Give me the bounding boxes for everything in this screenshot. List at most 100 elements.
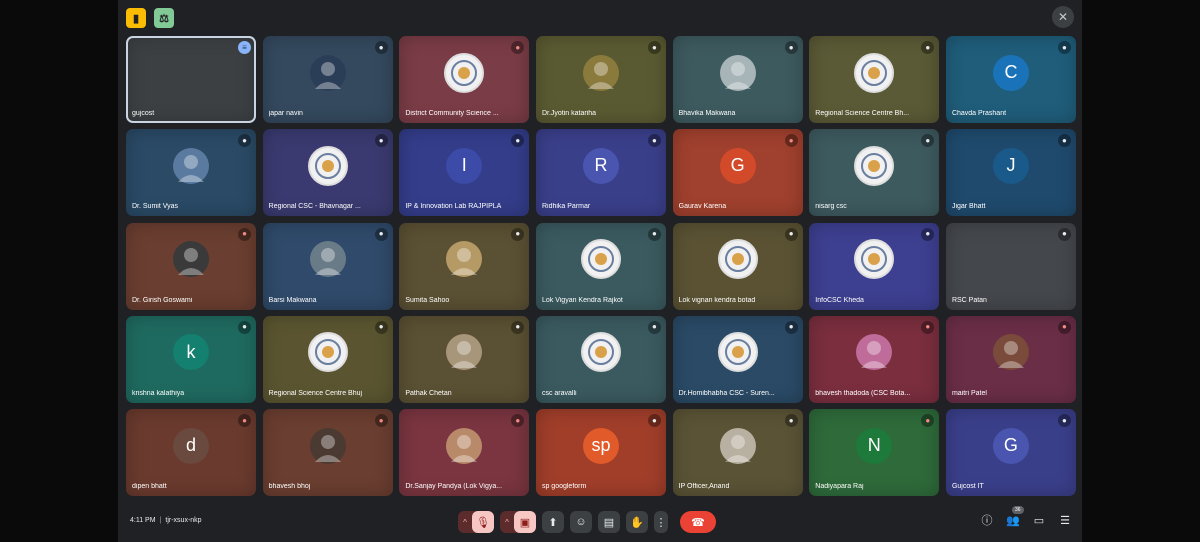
- participant-tile[interactable]: ● Barsi Makwana: [262, 222, 393, 310]
- participant-tile[interactable]: ● Dr. Sumit Vyas: [126, 129, 256, 217]
- participant-tile[interactable]: ● Lok vignan kendra botad: [672, 222, 803, 310]
- participant-tile[interactable]: ● RSC Patan: [945, 222, 1076, 310]
- participant-name: InfoCSC Kheda: [815, 296, 864, 304]
- avatar-initial: sp: [582, 427, 619, 464]
- participant-name: Lok vignan kendra botad: [678, 296, 756, 304]
- mic-icon: ●: [647, 414, 661, 427]
- meeting-info-icon[interactable]: ⚖: [154, 8, 174, 28]
- meeting-code: tjr-xsux-nkp: [165, 517, 202, 524]
- participant-name: Bhavika Makwana: [678, 110, 736, 117]
- side-panel-controls: ⓘ 👥 36 ▭ ☰: [980, 505, 1072, 528]
- mic-muted-icon: ●: [921, 414, 935, 427]
- mic-icon: ●: [1057, 41, 1071, 54]
- camera-off-icon[interactable]: ▣: [514, 511, 536, 533]
- avatar-logo: [854, 52, 895, 93]
- participant-name: krishna kalathiya: [132, 389, 185, 397]
- participant-name: Barsi Makwana: [268, 296, 317, 304]
- avatar-photo: [992, 334, 1029, 371]
- participant-name: csc aravalli: [541, 389, 577, 397]
- participant-tile[interactable]: ● Lok Vigyan Kendra Rajkot: [535, 222, 666, 310]
- participant-name: sp googleform: [541, 483, 587, 490]
- more-options-icon[interactable]: ⋮: [654, 511, 668, 533]
- participant-tile[interactable]: ● japar navin: [262, 36, 393, 123]
- participant-tile[interactable]: ● Dr.Homibhabha CSC - Suren...: [672, 315, 803, 403]
- mic-off-icon[interactable]: 🎙: [472, 511, 494, 533]
- participant-tile[interactable]: ● I IP & Innovation Lab RAJPIPLA: [399, 129, 530, 217]
- mic-icon: ●: [238, 134, 251, 148]
- participant-tile[interactable]: ● Regional Science Centre Bh...: [809, 36, 940, 123]
- mic-icon: ●: [1057, 414, 1071, 427]
- pin-off-icon[interactable]: ✕: [1052, 6, 1074, 28]
- participant-tile[interactable]: ● R Ridhika Parmar: [535, 129, 666, 217]
- captions-icon[interactable]: ▤: [598, 511, 620, 533]
- avatar-photo: [173, 147, 209, 184]
- participant-tile[interactable]: ● Dr.Sanjay Pandya (Lok Vigya...: [399, 409, 530, 496]
- participant-tile[interactable]: ● InfoCSC Kheda: [809, 222, 940, 310]
- participant-name: Dr. Girish Goswami: [132, 296, 193, 304]
- participant-tile[interactable]: ● Sumita Sahoo: [399, 222, 530, 310]
- avatar-photo: [856, 334, 893, 371]
- avatar-logo: [854, 145, 895, 186]
- participant-tile[interactable]: ● Bhavika Makwana: [672, 36, 803, 123]
- participant-name: nisarg csc: [815, 203, 847, 211]
- participant-tile[interactable]: ● maitri Patel: [945, 315, 1076, 403]
- emoji-reaction-icon[interactable]: ☺: [570, 511, 592, 533]
- bottom-control-bar: 4:11 PM | tjr-xsux-nkp ^ 🎙 ^ ▣ ⬆ ☺ ▤ ✋ ⋮ ☎…: [118, 500, 1082, 542]
- mic-icon: ●: [1057, 134, 1071, 148]
- participant-name: Regional Science Centre Bhuj: [268, 389, 363, 397]
- participant-tile[interactable]: ● k krishna kalathiya: [126, 315, 256, 403]
- avatar-photo: [309, 427, 346, 464]
- present-screen-icon[interactable]: ⬆: [542, 511, 564, 533]
- participant-tile[interactable]: ● Regional CSC - Bhavnagar ...: [262, 129, 393, 217]
- participant-tile[interactable]: ● J Jigar Bhatt: [945, 129, 1076, 217]
- participant-tile[interactable]: ● sp sp googleform: [535, 409, 666, 496]
- avatar-photo: [446, 241, 483, 278]
- people-icon[interactable]: 👥 36: [1006, 505, 1024, 527]
- mic-muted-icon: ●: [921, 320, 935, 334]
- participant-name: IP & Innovation Lab RAJPIPLA: [405, 203, 502, 211]
- activities-icon[interactable]: ▮: [126, 8, 146, 28]
- participant-name: bhavesh bhoj: [268, 483, 311, 490]
- mic-icon: ●: [374, 320, 388, 334]
- participant-tile[interactable]: ● csc aravalli: [535, 315, 666, 403]
- participant-name: RSC Patan: [951, 296, 987, 304]
- participant-tile[interactable]: ● Regional Science Centre Bhuj: [262, 315, 393, 403]
- participant-tile[interactable]: ≡ gujcost: [126, 36, 256, 123]
- participant-tile[interactable]: ● IP Officer,Anand: [672, 409, 803, 496]
- participant-tile[interactable]: ● bhavesh bhoj: [262, 409, 393, 496]
- mic-icon: ●: [511, 134, 525, 148]
- camera-options-chevron-icon[interactable]: ^: [500, 518, 514, 527]
- mic-icon: ●: [921, 227, 935, 241]
- mic-muted-icon: ●: [511, 414, 525, 427]
- participant-tile[interactable]: ● District Community Science ...: [399, 36, 530, 123]
- mic-muted-icon: ●: [784, 134, 798, 148]
- avatar-initial: G: [719, 147, 756, 184]
- mic-icon: ●: [647, 320, 661, 334]
- avatar-initial: G: [992, 427, 1029, 464]
- participant-tile[interactable]: ● N Nadiyapara Raj: [809, 409, 940, 496]
- mic-options-chevron-icon[interactable]: ^: [458, 518, 472, 527]
- participant-tile[interactable]: ● nisarg csc: [809, 129, 940, 217]
- participant-tile[interactable]: ● bhavesh thadoda (CSC Bota...: [809, 315, 940, 403]
- participant-tile[interactable]: ● Pathak Chetan: [399, 315, 530, 403]
- info-icon[interactable]: ⓘ: [980, 512, 994, 528]
- participant-name: Ridhika Parmar: [541, 203, 591, 211]
- participant-tile[interactable]: ● C Chavda Prashant: [945, 36, 1076, 123]
- raise-hand-icon[interactable]: ✋: [626, 511, 648, 533]
- top-left-indicators: ▮ ⚖: [126, 8, 174, 28]
- avatar-photo: [719, 427, 756, 464]
- clock-time: 4:11 PM: [130, 517, 156, 524]
- participant-tile[interactable]: ● Dr.Jyotin katariha: [535, 36, 666, 123]
- participant-name: Chavda Prashant: [951, 110, 1007, 117]
- participant-tile[interactable]: ● G Gaurav Karena: [672, 129, 803, 217]
- mic-icon: ●: [647, 134, 661, 148]
- participant-tile[interactable]: ● Dr. Girish Goswami: [126, 222, 256, 310]
- activities-menu-icon[interactable]: ☰: [1058, 514, 1072, 527]
- participant-name: Nadiyapara Raj: [815, 483, 864, 490]
- participant-tile[interactable]: ● d dipen bhatt: [126, 409, 256, 496]
- avatar-logo: [307, 145, 348, 186]
- avatar-photo: [309, 54, 346, 91]
- participant-tile[interactable]: ● G Gujcost IT: [945, 409, 1076, 496]
- leave-call-icon[interactable]: ☎: [680, 511, 716, 533]
- chat-icon[interactable]: ▭: [1032, 514, 1046, 527]
